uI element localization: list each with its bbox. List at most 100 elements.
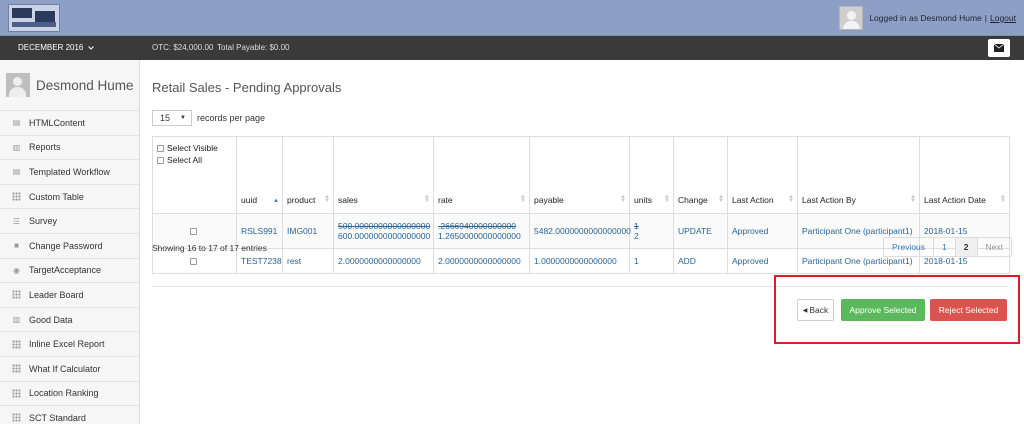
grid-icon	[12, 192, 21, 202]
select-header: Select Visible Select All	[152, 136, 237, 214]
approve-selected-button[interactable]: Approve Selected	[841, 299, 925, 321]
row-checkbox[interactable]	[189, 258, 197, 266]
top-bar: Logged in as Desmond Hume | Logout	[0, 0, 1024, 36]
column-header-rate[interactable]: rate ▲ ▼	[433, 136, 530, 214]
total-payable-value: Total Payable: $0.00	[217, 43, 290, 52]
sidebar-item-label: TargetAcceptance	[29, 265, 102, 276]
column-label: product	[287, 195, 316, 205]
column-label: uuid	[241, 195, 258, 205]
back-button[interactable]: ◀ Back	[797, 299, 834, 321]
sidebar-profile: Desmond Hume	[0, 60, 139, 110]
sidebar-item-reports[interactable]: ▥ Reports	[0, 134, 139, 160]
cell-product: rest	[282, 248, 334, 274]
approvals-table: Select Visible Select All uuid ▲ product ▲…	[152, 136, 1010, 274]
lock-icon: ■	[14, 241, 19, 251]
pager-previous[interactable]: Previous	[884, 238, 933, 256]
sidebar-item-good-data[interactable]: ▥ Good Data	[0, 306, 139, 332]
grid-icon	[12, 339, 21, 349]
select-all-checkbox[interactable]	[157, 156, 164, 164]
sidebar-item-survey[interactable]: ☰ Survey	[0, 208, 139, 233]
column-header-product[interactable]: product ▲ ▼	[282, 136, 334, 214]
column-header-change[interactable]: Change ▲ ▼	[673, 136, 728, 214]
otc-value: OTC: $24,000.00	[152, 43, 214, 52]
sidebar-item-label: Good Data	[29, 314, 73, 325]
profile-name: Desmond Hume	[36, 77, 134, 93]
old-value: .2666940000000000	[438, 221, 516, 231]
period-dropdown[interactable]: DECEMBER 2016	[18, 43, 94, 52]
sub-header-bar: DECEMBER 2016 OTC: $24,000.00 Total Paya…	[0, 36, 1024, 60]
column-label: Change	[678, 195, 708, 205]
column-label: Last Action	[732, 195, 774, 205]
page-length-select[interactable]: 15 ▼	[152, 110, 192, 126]
logged-in-label: Logged in as Desmond Hume	[869, 13, 982, 23]
sidebar-item-label: HTMLContent	[29, 117, 86, 128]
sidebar-item-templated-workflow[interactable]: ▤ Templated Workflow	[0, 159, 139, 184]
grid-icon	[12, 388, 21, 398]
column-label: rate	[438, 195, 453, 205]
mail-button[interactable]	[988, 39, 1010, 57]
file-icon: ▤	[12, 167, 21, 177]
pager-next: Next	[976, 238, 1011, 256]
table-row[interactable]: RSLS991 IMG001 500.0000000000000000 600.0…	[152, 213, 1010, 249]
cell-last-action: Approved	[727, 213, 798, 249]
pager-page-1[interactable]: 1	[933, 238, 955, 256]
reject-selected-button[interactable]: Reject Selected	[930, 299, 1007, 321]
sidebar-item-custom-table[interactable]: Custom Table	[0, 183, 139, 209]
page-length-value: 15	[160, 113, 171, 123]
old-value: 1	[634, 221, 639, 231]
new-value: 1.2650000000000000	[438, 231, 521, 241]
avatar	[6, 73, 30, 97]
cell-rate: 2.0000000000000000	[433, 248, 530, 274]
column-header-last-action-by[interactable]: Last Action By ▲ ▼	[797, 136, 920, 214]
row-checkbox[interactable]	[189, 228, 197, 236]
column-header-units[interactable]: units ▲ ▼	[629, 136, 674, 214]
old-value: 500.0000000000000000	[338, 221, 431, 231]
grid-icon	[12, 290, 21, 300]
sidebar-item-inline-excel-report[interactable]: Inline Excel Report	[0, 331, 139, 356]
bar-chart-icon: ▥	[12, 142, 21, 152]
period-label: DECEMBER 2016	[18, 43, 84, 52]
grid-icon	[12, 364, 21, 374]
sidebar-item-sct-standard[interactable]: SCT Standard	[0, 405, 139, 424]
select-all-option[interactable]: Select All	[157, 155, 232, 165]
sort-icon: ▲ ▼	[910, 194, 916, 204]
cell-change: UPDATE	[673, 213, 728, 249]
grid-icon	[12, 413, 21, 423]
cell-units: 1	[629, 248, 674, 274]
avatar	[839, 6, 864, 30]
records-per-page-label: records per page	[197, 113, 266, 123]
sidebar: Desmond Hume ▤ HTMLContent ▥ Reports ▤ Temp…	[0, 60, 140, 424]
separator: |	[984, 13, 987, 23]
cell-payable: 1.0000000000000000	[529, 248, 630, 274]
caret-left-icon: ◀	[802, 307, 808, 314]
sidebar-item-change-password[interactable]: ■ Change Password	[0, 232, 139, 258]
company-logo[interactable]	[8, 4, 60, 32]
column-label: sales	[338, 195, 358, 205]
sidebar-item-what-if-calculator[interactable]: What If Calculator	[0, 355, 139, 381]
column-header-uuid[interactable]: uuid ▲	[236, 136, 283, 214]
sidebar-item-label: What If Calculator	[29, 363, 101, 374]
cell-rate: .2666940000000000 1.2650000000000000	[433, 213, 530, 249]
pager-page-2-current[interactable]: 2	[954, 238, 977, 256]
column-header-last-action[interactable]: Last Action ▲ ▼	[727, 136, 798, 214]
column-header-last-action-date[interactable]: Last Action Date ▲ ▼	[919, 136, 1010, 214]
sidebar-item-targetacceptance[interactable]: ◉ TargetAcceptance	[0, 257, 139, 283]
column-header-payable[interactable]: payable ▲ ▼	[529, 136, 630, 214]
column-header-sales[interactable]: sales ▲ ▼	[333, 136, 434, 214]
sidebar-item-htmlcontent[interactable]: ▤ HTMLContent	[0, 110, 139, 135]
logout-link[interactable]: Logout	[990, 13, 1016, 23]
page-title: Retail Sales - Pending Approvals	[152, 80, 342, 95]
table-row[interactable]: TEST7238 rest 2.0000000000000000 2.00000…	[152, 248, 1010, 274]
highlight-box: ◀ Back Approve Selected Reject Selected	[774, 275, 1020, 344]
logged-in-text: Logged in as Desmond Hume | Logout	[869, 13, 1016, 23]
list-icon: ☰	[12, 216, 21, 226]
sort-icon: ▲ ▼	[1000, 194, 1006, 204]
select-all-label: Select All	[167, 155, 202, 165]
select-visible-checkbox[interactable]	[157, 144, 164, 152]
sort-icon: ▲ ▼	[664, 194, 670, 204]
sidebar-item-location-ranking[interactable]: Location Ranking	[0, 380, 139, 406]
sidebar-item-label: Location Ranking	[29, 388, 99, 399]
select-visible-option[interactable]: Select Visible	[157, 143, 232, 153]
sidebar-item-leader-board[interactable]: Leader Board	[0, 282, 139, 307]
column-label: payable	[534, 195, 564, 205]
